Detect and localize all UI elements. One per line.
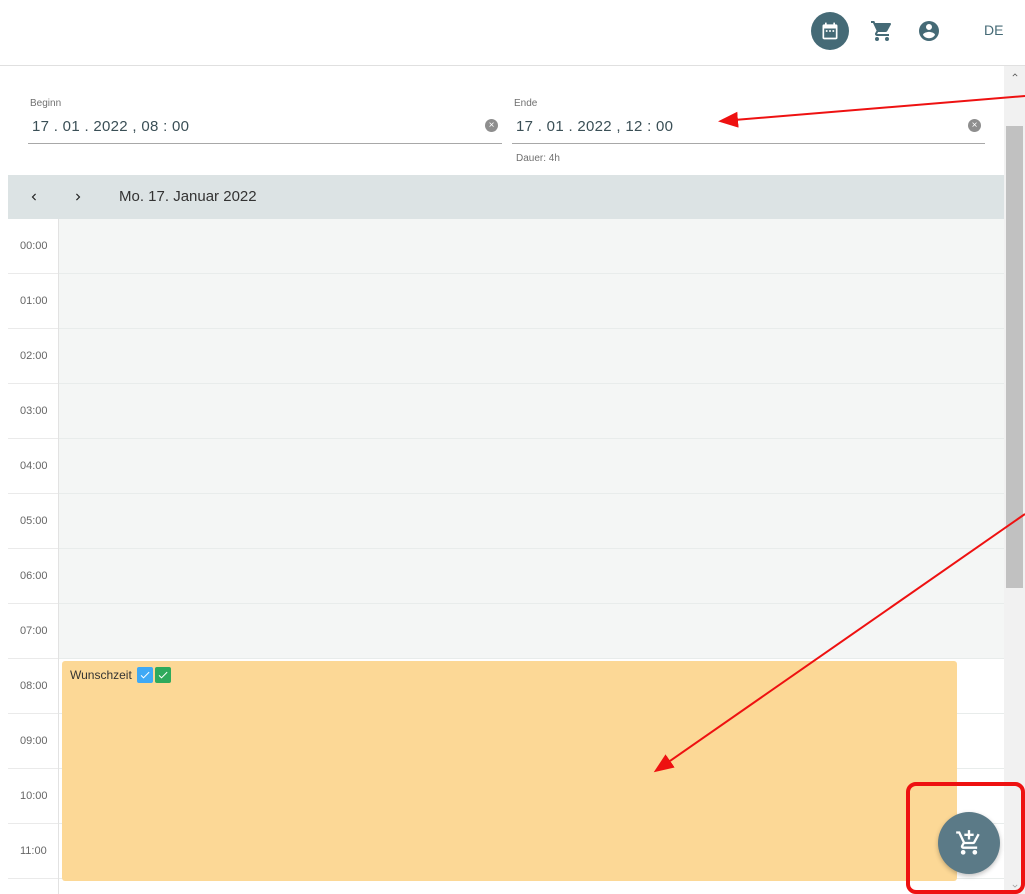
calendar-event[interactable]: Wunschzeit [62, 661, 957, 881]
calendar-button[interactable] [811, 12, 849, 50]
account-circle-icon [919, 21, 939, 41]
time-label: 09:00 [8, 714, 58, 769]
cart-button[interactable] [863, 12, 901, 50]
time-label: 00:00 [8, 219, 58, 274]
duration-hint: Dauer: 4h [516, 153, 560, 164]
chevron-right-icon [76, 193, 81, 201]
end-clear-button[interactable]: × [968, 119, 981, 132]
time-label: 07:00 [8, 604, 58, 659]
next-day-button[interactable] [66, 185, 90, 209]
begin-field[interactable]: Beginn 17 . 01 . 2022 , 08 : 00 × [28, 98, 502, 144]
time-label: 05:00 [8, 494, 58, 549]
time-slot[interactable] [59, 494, 1004, 549]
annotation-highlight-box [906, 782, 1025, 894]
event-title: Wunschzeit [70, 668, 132, 682]
scrollbar[interactable] [1004, 66, 1025, 894]
time-label: 08:00 [8, 659, 58, 714]
checkmark-icon [154, 667, 171, 683]
time-label: 01:00 [8, 274, 58, 329]
end-field[interactable]: Ende 17 . 01 . 2022 , 12 : 00 × [512, 98, 985, 144]
time-label: 06:00 [8, 549, 58, 604]
close-icon: × [488, 120, 495, 131]
scroll-up-button[interactable] [1004, 66, 1025, 83]
previous-day-button[interactable] [22, 185, 46, 209]
scrollbar-thumb[interactable] [1006, 126, 1023, 588]
event-title-row: Wunschzeit [70, 667, 171, 683]
begin-clear-button[interactable]: × [485, 119, 498, 132]
time-slot[interactable] [59, 604, 1004, 659]
time-slot[interactable] [59, 274, 1004, 329]
calendar-icon [822, 22, 838, 40]
checkmark-icon [136, 667, 153, 683]
chevron-up-icon [1012, 72, 1017, 76]
begin-label: Beginn [30, 98, 62, 109]
calendar-header: Mo. 17. Januar 2022 [8, 175, 1004, 219]
time-label: 03:00 [8, 384, 58, 439]
cart-icon [871, 21, 892, 41]
begin-input[interactable]: 17 . 01 . 2022 , 08 : 00 [32, 118, 189, 135]
end-input[interactable]: 17 . 01 . 2022 , 12 : 00 [516, 118, 673, 135]
end-label: Ende [514, 98, 538, 109]
close-icon: × [971, 120, 978, 131]
time-label: 02:00 [8, 329, 58, 384]
time-label: 10:00 [8, 769, 58, 824]
calendar-date-title: Mo. 17. Januar 2022 [119, 188, 257, 205]
chevron-left-icon [31, 193, 36, 201]
time-slot[interactable] [59, 439, 1004, 494]
account-button[interactable] [910, 12, 948, 50]
time-slot[interactable] [59, 549, 1004, 604]
time-slot[interactable] [59, 329, 1004, 384]
time-label: 11:00 [8, 824, 58, 879]
time-slot[interactable] [59, 219, 1004, 274]
top-bar: DE [0, 0, 1025, 66]
time-column: 00:00 01:00 02:00 03:00 04:00 05:00 06:00 07:00… [8, 219, 59, 894]
language-switch[interactable]: DE [984, 22, 1003, 38]
time-slot[interactable] [59, 384, 1004, 439]
time-label: 04:00 [8, 439, 58, 494]
